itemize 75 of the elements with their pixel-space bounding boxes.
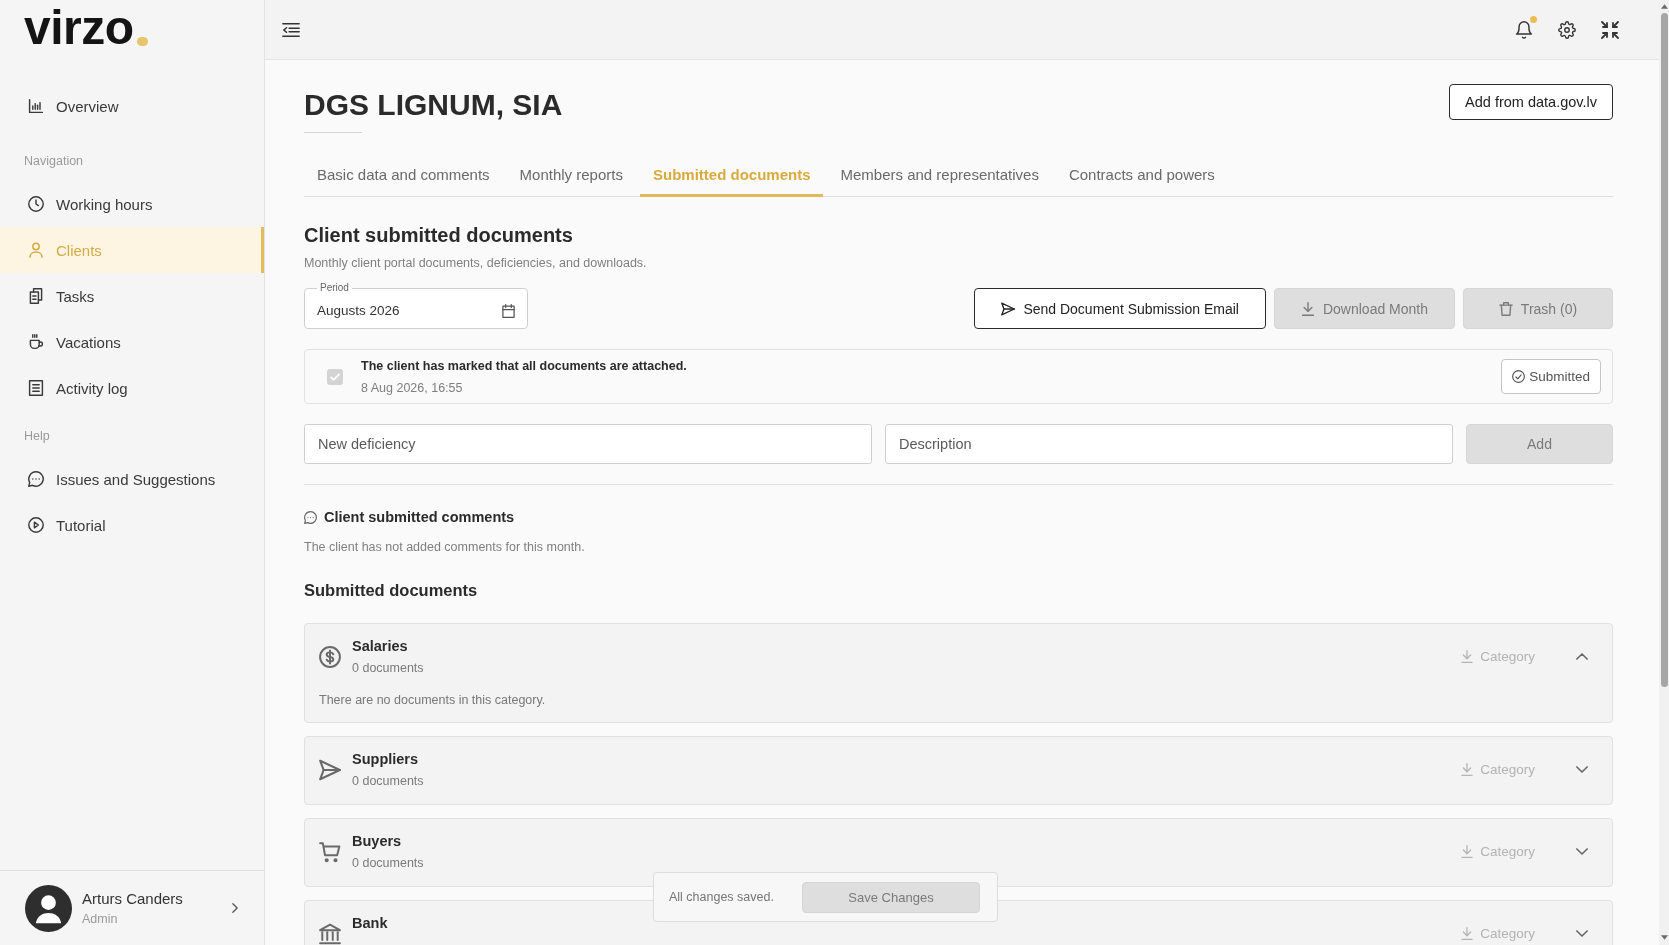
chevron-down-icon[interactable]	[1576, 848, 1588, 855]
download-icon	[1461, 763, 1474, 776]
tab[interactable]: Contracts and powers	[1055, 155, 1228, 197]
bar-chart-icon	[28, 98, 44, 114]
scroll-down-icon[interactable]	[1660, 935, 1668, 940]
documents-title: Submitted documents	[304, 580, 479, 601]
documents-icon	[28, 288, 44, 304]
chat-bubble-icon	[304, 510, 317, 524]
user-name: Arturs Canders	[82, 889, 183, 908]
add-from-registry-button[interactable]: Add from data.gov.lv	[1449, 84, 1613, 120]
trash-icon	[1498, 301, 1513, 316]
sidebar-item[interactable]: Working hours	[0, 181, 264, 227]
user-icon	[28, 242, 44, 258]
save-status: All changes saved.	[669, 890, 774, 904]
download-icon	[1300, 301, 1315, 316]
category-name: Salaries	[352, 637, 409, 656]
cart-icon	[319, 840, 341, 863]
sidebar-item[interactable]: Vacations	[0, 319, 264, 365]
minimize-icon[interactable]	[1601, 20, 1619, 39]
chevron-down-icon[interactable]	[1576, 930, 1588, 937]
page-title: DGS LIGNUM, SIA	[304, 87, 563, 123]
document-count: 0 documents	[352, 773, 424, 790]
chevron-right-icon[interactable]	[232, 903, 238, 913]
user-role: Admin	[82, 910, 119, 927]
tab[interactable]: Monthly reports	[506, 155, 636, 197]
empty-category-text: There are no documents in this category.	[319, 692, 547, 708]
document-count: 0 documents	[352, 660, 424, 677]
sidebar-section-label: Navigation	[23, 153, 85, 170]
sidebar-item[interactable]: Overview	[0, 83, 264, 129]
list-icon	[28, 380, 44, 396]
sidebar-item[interactable]: Tasks	[0, 273, 264, 319]
check-circle-icon	[1512, 370, 1526, 383]
section-subtitle: Monthly client portal documents, deficiencies, and downloads.	[304, 255, 648, 271]
period-field[interactable]: Period Augusts 2026	[304, 283, 528, 329]
tab[interactable]: Basic data and comments	[304, 155, 503, 197]
scrollbar-thumb[interactable]	[1660, 13, 1668, 687]
send-email-button[interactable]: Send Document Submission Email	[974, 288, 1266, 329]
sidebar-section-label: Help	[23, 428, 51, 445]
paper-plane-icon	[1001, 301, 1016, 316]
download-icon	[1461, 845, 1474, 858]
document-count: 0 documents	[352, 855, 424, 872]
tab[interactable]: Members and representatives	[827, 155, 1052, 197]
confirmation-date: 8 Aug 2026, 16:55	[361, 379, 464, 397]
scroll-up-icon[interactable]	[1660, 4, 1668, 9]
category-name: Bank	[352, 914, 388, 933]
comments-empty-text: The client has not added comments for this month.	[304, 539, 586, 555]
download-icon	[1461, 927, 1474, 940]
sidebar-item[interactable]: Tutorial	[0, 502, 264, 548]
play-circle-icon	[28, 517, 44, 533]
comments-title: Client submitted comments	[324, 508, 515, 527]
paper-plane-icon	[319, 758, 341, 781]
description-field[interactable]: Description	[885, 424, 1453, 464]
status-label: Submitted	[1529, 369, 1590, 384]
confirmation-text: The client has marked that all documents are attached.	[361, 357, 687, 375]
chevron-down-icon[interactable]	[1576, 766, 1588, 773]
sidebar-item[interactable]: Activity log	[0, 365, 264, 411]
chat-bubble-icon	[28, 471, 44, 487]
avatar-icon	[25, 884, 72, 932]
deficiency-name-field[interactable]: New deficiency	[304, 424, 872, 464]
category-name: Suppliers	[352, 750, 420, 769]
category-name: Buyers	[352, 832, 403, 851]
coffee-cup-icon	[28, 334, 44, 350]
calendar-icon	[502, 303, 515, 318]
logo-text: virzo	[24, 4, 134, 52]
chevron-up-icon[interactable]	[1576, 653, 1588, 660]
section-title: Client submitted documents	[304, 223, 574, 248]
menu-icon[interactable]	[282, 20, 300, 39]
bank-icon	[319, 922, 341, 945]
download-icon	[1461, 650, 1474, 663]
settings-icon[interactable]	[1558, 20, 1576, 39]
clock-icon	[28, 196, 44, 212]
dollar-circle-icon	[319, 645, 341, 668]
bell-icon[interactable]	[1515, 20, 1533, 39]
sidebar-item[interactable]: Issues and Suggestions	[0, 456, 264, 502]
scrollbar[interactable]	[1659, 0, 1669, 945]
